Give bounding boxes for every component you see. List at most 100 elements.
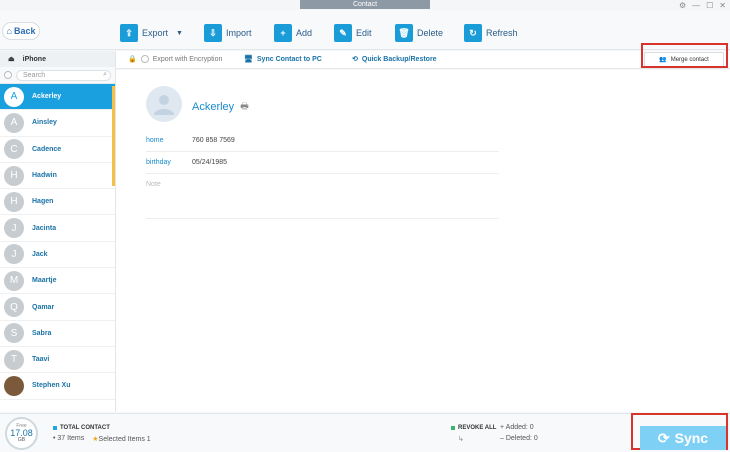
search-input[interactable]: Search ⌕ [16,69,111,81]
contact-photo-avatar [4,375,24,396]
contact-list-item[interactable]: C Cadence [0,137,115,163]
export-icon: ⇪ [120,24,138,42]
refresh-button[interactable]: ↻ Refresh [464,22,518,44]
selected-count: ★Selected Items 1 [92,435,150,443]
revoke-arrow-icon: ↳ [458,436,464,443]
contact-list-item[interactable]: A Ainsley [0,110,115,137]
minimize-icon[interactable]: — [692,1,700,10]
contact-name-row: Ackerley 🖶 [192,99,249,115]
contact-list-item[interactable]: T Taavi [0,347,115,374]
field-note[interactable]: Note [146,174,499,219]
encryption-checkbox[interactable] [140,55,149,63]
added-count: + Added: 0 [500,424,534,431]
items-text: 37 Items [57,435,85,442]
contact-list-item[interactable]: J Jack [0,242,115,269]
edit-icon: ✎ [334,24,352,42]
sync-button[interactable]: ⟳ Sync [640,426,726,450]
add-button[interactable]: + Add [274,22,312,44]
contact-initial-avatar: A [4,112,24,133]
maximize-icon[interactable]: ☐ [706,1,713,10]
contact-list: A Ackerley A Ainsley C Cadence H Hadwin H Hagen J J… [0,84,115,400]
contact-initial-avatar: A [4,86,24,107]
refresh-label: Refresh [486,28,518,38]
contact-list-item[interactable]: Q Qamar [0,294,115,321]
contact-list-item[interactable]: H Hagen [0,189,115,216]
select-all-checkbox[interactable] [4,71,12,79]
delete-button[interactable]: 🗑 Delete [395,22,443,44]
field-label: birthday [146,159,171,166]
contact-name-label: Cadence [32,145,62,153]
item-counts: • 37 Items ★Selected Items 1 [53,435,151,443]
contact-list-item[interactable]: S Sabra [0,321,115,347]
contact-name-label: Stephen Xu [32,382,71,390]
revoke-label: REVOKE ALL [458,425,497,431]
total-marker-icon [53,426,57,430]
contact-initial-avatar: H [4,165,24,186]
chevron-down-icon[interactable]: ▼ [176,30,183,37]
field-label: home [146,137,164,144]
export-button[interactable]: ⇪ Export ▼ [120,22,183,44]
back-button[interactable]: ⌂ Back [2,22,40,40]
revoke-marker-icon [451,426,455,430]
back-label: Back [13,26,36,36]
contact-name-label: Jack [32,250,48,258]
contact-name-label: Jacinta [32,224,57,232]
quick-backup-button[interactable]: ⟲ Quick Backup/Restore [352,55,437,64]
contact-initial-avatar: J [4,244,24,265]
device-header[interactable]: ⏏ iPhone [0,51,115,67]
print-icon[interactable]: 🖶 [240,99,249,115]
window-title: Contact [300,0,430,9]
contact-list-item[interactable]: M Maartje [0,268,115,295]
edit-label: Edit [356,28,372,38]
export-label: Export [142,28,169,38]
search-row: Search ⌕ [0,67,115,84]
import-icon: ⇩ [204,24,222,42]
contact-name-label: Hadwin [32,172,57,180]
sync-to-pc-button[interactable]: 🖥 Sync Contact to PC [244,55,322,64]
contact-initial-avatar: M [4,270,24,291]
contact-avatar [146,86,182,122]
contact-name: Ackerley [192,101,235,113]
sync-label: Sync [674,430,709,446]
contact-initial-avatar: C [4,139,24,160]
lock-icon: 🔒 [128,56,137,63]
edit-button[interactable]: ✎ Edit [334,22,372,44]
search-icon: ⌕ [103,71,107,78]
contact-initial-avatar: T [4,349,24,370]
deleted-text: Deleted: 0 [505,435,538,442]
contact-initial-avatar: Q [4,297,24,318]
contact-name-label: Ackerley [32,93,62,101]
storage-gauge: Free 17.08 GB [5,417,38,450]
contact-list-item[interactable]: H Hadwin [0,163,115,190]
add-label: Add [296,28,313,38]
contact-list-item[interactable]: Stephen Xu [0,373,115,400]
import-button[interactable]: ⇩ Import [204,22,252,44]
merge-highlight-box [641,43,728,68]
total-label: TOTAL CONTACT [60,425,110,431]
person-icon [154,95,174,115]
scrollbar[interactable] [112,86,115,186]
field-value: 05/24/1985 [192,159,228,166]
backup-icon: ⟲ [352,56,358,63]
free-unit: GB [17,437,26,443]
export-encryption-toggle[interactable]: 🔒 Export with Encryption [128,55,222,63]
trash-icon: 🗑 [395,24,413,42]
toolbar: ⌂ Back ⇪ Export ▼ ⇩ Import + Add ✎ Edit … [0,10,730,50]
items-count: • 37 Items [53,435,85,442]
contact-name-label: Ainsley [32,119,57,127]
close-icon[interactable]: ✕ [719,1,726,10]
selected-text: Selected Items 1 [98,436,151,443]
contact-list-item[interactable]: A Ackerley [0,84,115,111]
sync-pc-label: Sync Contact to PC [256,55,322,63]
computer-icon: 🖥 [244,56,253,63]
window-controls: ⚙ — ☐ ✕ [679,0,726,10]
revoke-all-button[interactable]: REVOKE ALL [451,425,496,431]
contact-list-item[interactable]: J Jacinta [0,215,115,242]
settings-icon[interactable]: ⚙ [679,1,686,10]
home-icon: ⌂ [6,26,12,36]
backup-label: Quick Backup/Restore [361,55,437,63]
app-window: Contact ⚙ — ☐ ✕ ⌂ Back ⇪ Export ▼ ⇩ Impo… [0,0,730,452]
sync-icon: ⟳ [657,429,670,446]
contact-initial-avatar: H [4,191,24,212]
contact-name-label: Maartje [32,277,57,285]
